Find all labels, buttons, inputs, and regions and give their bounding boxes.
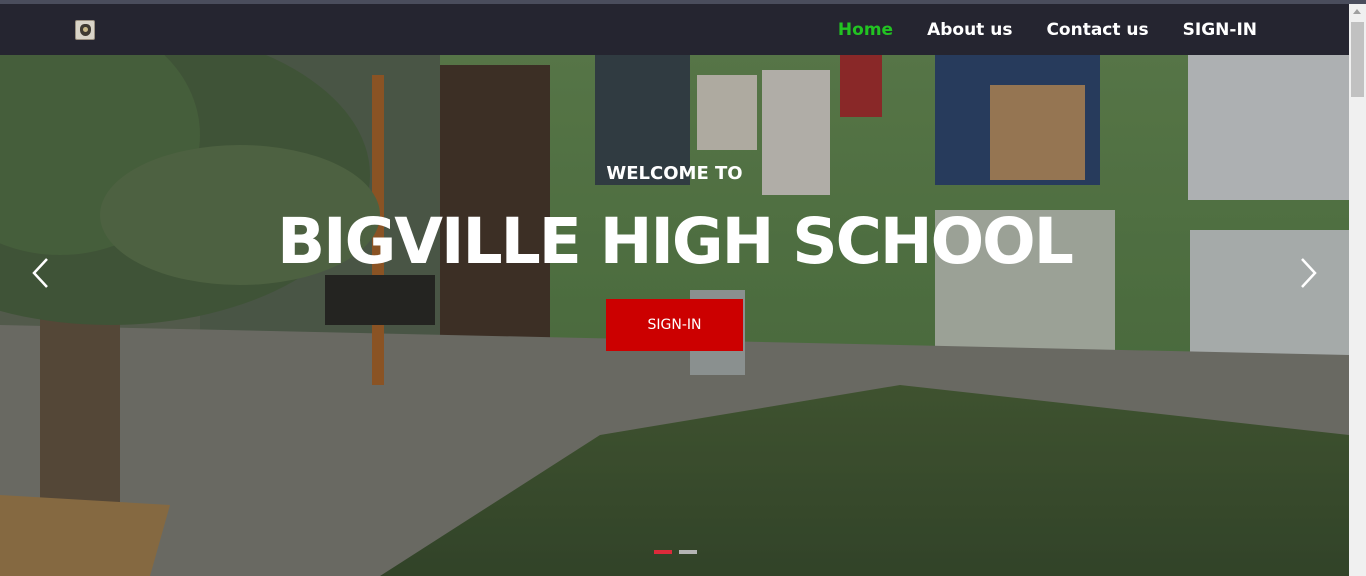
- crest-emblem: [80, 24, 91, 36]
- hero-welcome-text: WELCOME TO: [606, 163, 743, 184]
- carousel-next-button[interactable]: [1293, 255, 1323, 291]
- hero-title: BIGVILLE HIGH SCHOOL: [277, 205, 1074, 278]
- page-scrollbar[interactable]: [1349, 4, 1366, 576]
- nav-contact-us[interactable]: Contact us: [1046, 20, 1148, 40]
- carousel-indicator-1[interactable]: [654, 550, 672, 554]
- nav-links: Home About us Contact us SIGN-IN: [804, 4, 1257, 55]
- carousel-indicators: [654, 550, 697, 554]
- nav-about-us[interactable]: About us: [927, 20, 1012, 40]
- navbar: Home About us Contact us SIGN-IN: [0, 4, 1349, 55]
- chevron-left-icon: [32, 258, 48, 288]
- hero-sign-in-button[interactable]: SIGN-IN: [606, 299, 743, 351]
- nav-home[interactable]: Home: [838, 20, 893, 40]
- nav-sign-in[interactable]: SIGN-IN: [1183, 20, 1257, 40]
- scroll-thumb[interactable]: [1351, 22, 1364, 97]
- carousel-prev-button[interactable]: [26, 255, 56, 291]
- scroll-up-arrow-icon[interactable]: [1353, 9, 1361, 14]
- carousel-indicator-2[interactable]: [679, 550, 697, 554]
- hero-carousel: WELCOME TO BIGVILLE HIGH SCHOOL SIGN-IN: [0, 55, 1349, 576]
- school-crest-icon[interactable]: [75, 20, 95, 40]
- chevron-right-icon: [1301, 258, 1317, 288]
